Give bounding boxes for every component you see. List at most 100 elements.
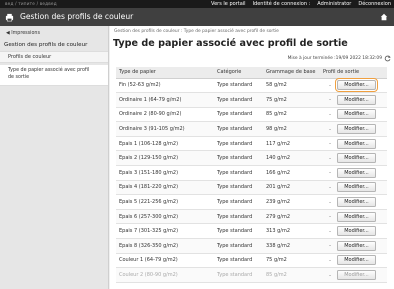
category-cell: Type standard bbox=[214, 92, 263, 108]
paper-type-table: Type de papier Catégorie Grammage de bas… bbox=[116, 67, 387, 283]
paper-type-cell: Ordinaire 3 (91-105 g/m2) bbox=[116, 121, 214, 137]
profile-value: - bbox=[329, 126, 331, 133]
category-cell: Type standard bbox=[214, 107, 263, 123]
table-row: Epais 6 (257-300 g/m2) Type standard 279… bbox=[116, 209, 387, 225]
profile-cell: - Modifier... bbox=[320, 194, 387, 210]
profile-value: - bbox=[329, 199, 331, 206]
modify-button[interactable]: Modifier... bbox=[337, 94, 376, 105]
paper-type-cell: Epais 4 (181-220 g/m2) bbox=[116, 180, 214, 196]
top-links: Vers le portail Identité de connexion : … bbox=[211, 1, 391, 7]
profile-cell: - Modifier... bbox=[320, 107, 387, 123]
paper-type-cell: Ordinaire 2 (80-90 g/m2) bbox=[116, 107, 214, 123]
main-content: Gestion des profils de couleur : Type de… bbox=[110, 26, 394, 289]
sidebar-item-label: Type de papier associé avec profil de so… bbox=[8, 68, 90, 80]
profile-value: - bbox=[329, 257, 331, 264]
weight-cell: 75 g/m2 bbox=[263, 92, 320, 108]
category-cell: Type standard bbox=[214, 253, 263, 269]
weight-cell: 140 g/m2 bbox=[263, 150, 320, 167]
portal-link[interactable]: Vers le portail bbox=[211, 1, 246, 7]
table-row: Couleur 1 (64-79 g/m2) Type standard 75 … bbox=[116, 253, 387, 269]
category-cell: Type standard bbox=[214, 267, 263, 283]
app-title: Gestion des profils de couleur bbox=[20, 12, 134, 21]
modify-button[interactable]: Modifier... bbox=[337, 255, 376, 266]
modify-button[interactable]: Modifier... bbox=[337, 167, 376, 178]
modify-button[interactable]: Modifier... bbox=[335, 78, 378, 93]
modify-button[interactable]: Modifier... bbox=[337, 153, 376, 164]
table-row: Epais 7 (301-325 g/m2) Type standard 313… bbox=[116, 223, 387, 240]
profile-cell: - Modifier... bbox=[320, 78, 387, 94]
modify-button[interactable]: Modifier... bbox=[337, 211, 376, 222]
table-row: Epais 4 (181-220 g/m2) Type standard 201… bbox=[116, 180, 387, 196]
sidebar-group-title: Gestion des profils de couleur bbox=[4, 42, 88, 48]
profile-cell: - Modifier... bbox=[320, 238, 387, 254]
weight-cell: 166 g/m2 bbox=[263, 165, 320, 181]
back-to-print-link[interactable]: ◀ Impressions bbox=[6, 31, 40, 36]
modify-button[interactable]: Modifier... bbox=[337, 270, 376, 281]
profile-value: - bbox=[329, 141, 331, 148]
modify-button[interactable]: Modifier... bbox=[337, 197, 376, 208]
username-label: Administrator bbox=[317, 1, 352, 7]
modify-button[interactable]: Modifier... bbox=[337, 124, 376, 135]
col-header-basis-weight: Grammage de base bbox=[263, 67, 320, 79]
profile-value: - bbox=[329, 97, 331, 104]
modify-button[interactable]: Modifier... bbox=[337, 109, 376, 120]
paper-type-cell: Epais 3 (151-180 g/m2) bbox=[116, 165, 214, 181]
weight-cell: 85 g/m2 bbox=[263, 107, 320, 123]
modify-button[interactable]: Modifier... bbox=[337, 226, 376, 237]
profile-value: - bbox=[329, 243, 331, 250]
profile-cell: - Modifier... bbox=[320, 180, 387, 196]
category-cell: Type standard bbox=[214, 209, 263, 225]
table-row: Ordinaire 2 (80-90 g/m2) Type standard 8… bbox=[116, 107, 387, 123]
logout-link[interactable]: Déconnexion bbox=[358, 1, 391, 7]
profile-cell: - Modifier... bbox=[320, 267, 387, 283]
paper-type-cell: Epais 5 (221-256 g/m2) bbox=[116, 194, 214, 210]
profile-cell: - Modifier... bbox=[320, 223, 387, 240]
paper-type-cell: Epais 1 (106-128 g/m2) bbox=[116, 136, 214, 152]
table-row: Ordinaire 3 (91-105 g/m2) Type standard … bbox=[116, 121, 387, 137]
top-bar: вед / типите / ведвед Vers le portail Id… bbox=[0, 0, 394, 8]
paper-type-cell: Fin (52-63 g/m2) bbox=[116, 78, 214, 94]
profile-value: - bbox=[329, 82, 331, 89]
weight-cell: 239 g/m2 bbox=[263, 194, 320, 210]
profile-cell: - Modifier... bbox=[320, 136, 387, 152]
modify-button[interactable]: Modifier... bbox=[337, 240, 376, 251]
app-header: Gestion des profils de couleur bbox=[0, 8, 394, 26]
paper-type-cell: Epais 8 (326-350 g/m2) bbox=[116, 238, 214, 254]
category-cell: Type standard bbox=[214, 136, 263, 152]
table-row: Fin (52-63 g/m2) Type standard 58 g/m2 -… bbox=[116, 78, 387, 94]
profile-value: - bbox=[329, 184, 331, 191]
weight-cell: 117 g/m2 bbox=[263, 136, 320, 152]
profile-cell: - Modifier... bbox=[320, 92, 387, 108]
category-cell: Type standard bbox=[214, 180, 263, 196]
weight-cell: 75 g/m2 bbox=[263, 253, 320, 269]
profile-value: - bbox=[329, 272, 331, 279]
device-crumb: вед / типите / ведвед bbox=[5, 1, 57, 6]
profile-cell: - Modifier... bbox=[320, 209, 387, 225]
table-row: Epais 3 (151-180 g/m2) Type standard 166… bbox=[116, 165, 387, 181]
sidebar-item-paper-type-output-profile[interactable]: Type de papier associé avec profil de so… bbox=[0, 65, 108, 86]
home-icon[interactable] bbox=[380, 13, 388, 21]
paper-type-cell: Epais 2 (129-150 g/m2) bbox=[116, 150, 214, 167]
login-identity-label: Identité de connexion : bbox=[252, 1, 311, 7]
col-header-paper-type: Type de papier bbox=[116, 67, 214, 79]
profile-value: - bbox=[329, 170, 331, 177]
profile-cell: - Modifier... bbox=[320, 121, 387, 137]
refresh-icon[interactable] bbox=[384, 55, 391, 62]
modify-button[interactable]: Modifier... bbox=[337, 138, 376, 149]
profile-cell: - Modifier... bbox=[320, 150, 387, 167]
table-row: Epais 2 (129-150 g/m2) Type standard 140… bbox=[116, 150, 387, 167]
profile-value: - bbox=[329, 155, 331, 162]
col-header-output-profile: Profil de sortie bbox=[320, 67, 387, 79]
printer-logo-icon bbox=[5, 13, 14, 22]
weight-cell: 201 g/m2 bbox=[263, 180, 320, 196]
page-title: Type de papier associé avec profil de so… bbox=[113, 38, 348, 49]
paper-type-cell: Couleur 1 (64-79 g/m2) bbox=[116, 253, 214, 269]
category-cell: Type standard bbox=[214, 150, 263, 167]
sidebar-item-color-profiles[interactable]: Profils de couleur bbox=[0, 51, 108, 63]
table-row: Ordinaire 1 (64-79 g/m2) Type standard 7… bbox=[116, 92, 387, 108]
weight-cell: 58 g/m2 bbox=[263, 78, 320, 94]
col-header-category: Catégorie bbox=[214, 67, 263, 79]
weight-cell: 279 g/m2 bbox=[263, 209, 320, 225]
table-row: Epais 1 (106-128 g/m2) Type standard 117… bbox=[116, 136, 387, 152]
modify-button[interactable]: Modifier... bbox=[337, 182, 376, 193]
